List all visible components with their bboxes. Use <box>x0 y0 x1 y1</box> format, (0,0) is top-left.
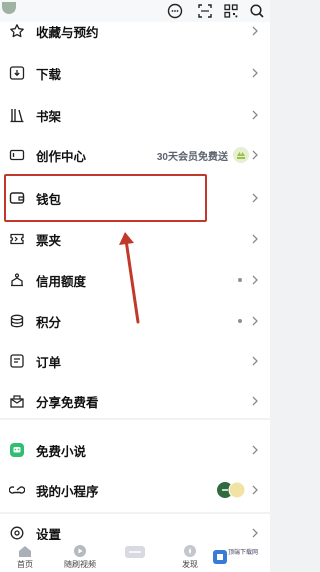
chevron-right-icon <box>252 316 258 326</box>
annotation-arrow-icon <box>119 232 140 324</box>
menu-item-download[interactable]: 下载 <box>0 50 270 96</box>
menu-item-label: 免费小说 <box>36 444 87 459</box>
chevron-right-icon <box>252 150 258 160</box>
chevron-right-icon <box>252 110 258 120</box>
chevron-right-icon <box>252 26 258 36</box>
menu-item-label: 我的小程序 <box>36 484 99 499</box>
menu-item-label: 积分 <box>36 315 62 330</box>
chevron-right-icon <box>252 68 258 78</box>
chevron-right-icon <box>252 234 258 244</box>
menu-item-favorites[interactable]: 收藏与预约 <box>0 8 270 54</box>
nav-label: 发现 <box>182 560 198 569</box>
menu-item-label: 分享免费看 <box>36 395 99 410</box>
settings-icon <box>10 526 24 540</box>
chevron-right-icon <box>252 485 258 495</box>
wallet-highlight-box <box>4 174 207 222</box>
notification-dot <box>238 319 242 323</box>
menu-item-label: 票夹 <box>36 233 62 248</box>
nav-label: 随刷视频 <box>64 560 96 569</box>
nav-home[interactable]: 首页 <box>0 540 50 572</box>
promo-text: 30天会员免费送 <box>156 151 228 163</box>
nav-discover[interactable]: 发现 <box>165 540 215 572</box>
menu-item-label: 创作中心 <box>36 149 87 164</box>
vip-badge-icon <box>233 147 249 163</box>
chevron-right-icon <box>252 275 258 285</box>
video-camera-icon <box>9 149 25 161</box>
center-logo-icon <box>125 546 145 558</box>
chevron-right-icon <box>252 356 258 366</box>
menu-item-label: 收藏与预约 <box>36 25 99 40</box>
video-icon <box>74 545 86 557</box>
menu-item-label: 下载 <box>36 67 62 82</box>
menu-item-share-free[interactable]: 分享免费看 <box>0 378 270 424</box>
nav-label: 首页 <box>17 560 33 569</box>
notification-dot <box>238 278 242 282</box>
chevron-right-icon <box>252 193 258 203</box>
menu-item-mini-programs[interactable]: 我的小程序 <box>0 467 270 513</box>
menu-item-label: 信用额度 <box>36 274 87 289</box>
watermark-logo-icon <box>213 550 227 564</box>
chevron-right-icon <box>252 528 258 538</box>
points-icon <box>10 314 24 328</box>
ticket-icon <box>10 233 24 245</box>
discover-icon <box>184 545 196 557</box>
watermark-text: 顶端下载网 <box>228 550 259 556</box>
menu-item-label: 书架 <box>36 109 62 124</box>
order-icon <box>10 354 24 368</box>
star-icon <box>10 24 24 38</box>
bookshelf-icon <box>10 109 24 123</box>
chevron-right-icon <box>252 445 258 455</box>
menu-item-creator-center[interactable]: 创作中心 30天会员免费送 <box>0 132 270 178</box>
watermark-badge: 顶端下载网 <box>210 546 266 568</box>
credit-icon <box>11 273 23 287</box>
home-icon <box>19 546 31 557</box>
menu-item-label: 订单 <box>36 355 62 370</box>
download-icon <box>9 66 25 80</box>
novel-icon <box>10 443 24 457</box>
nav-video[interactable]: 随刷视频 <box>55 540 105 572</box>
share-icon <box>10 395 24 408</box>
nav-center[interactable] <box>110 540 160 572</box>
mini-program-icon <box>9 486 25 494</box>
chevron-right-icon <box>252 396 258 406</box>
mini-program-thumbnails-icon <box>217 481 246 499</box>
